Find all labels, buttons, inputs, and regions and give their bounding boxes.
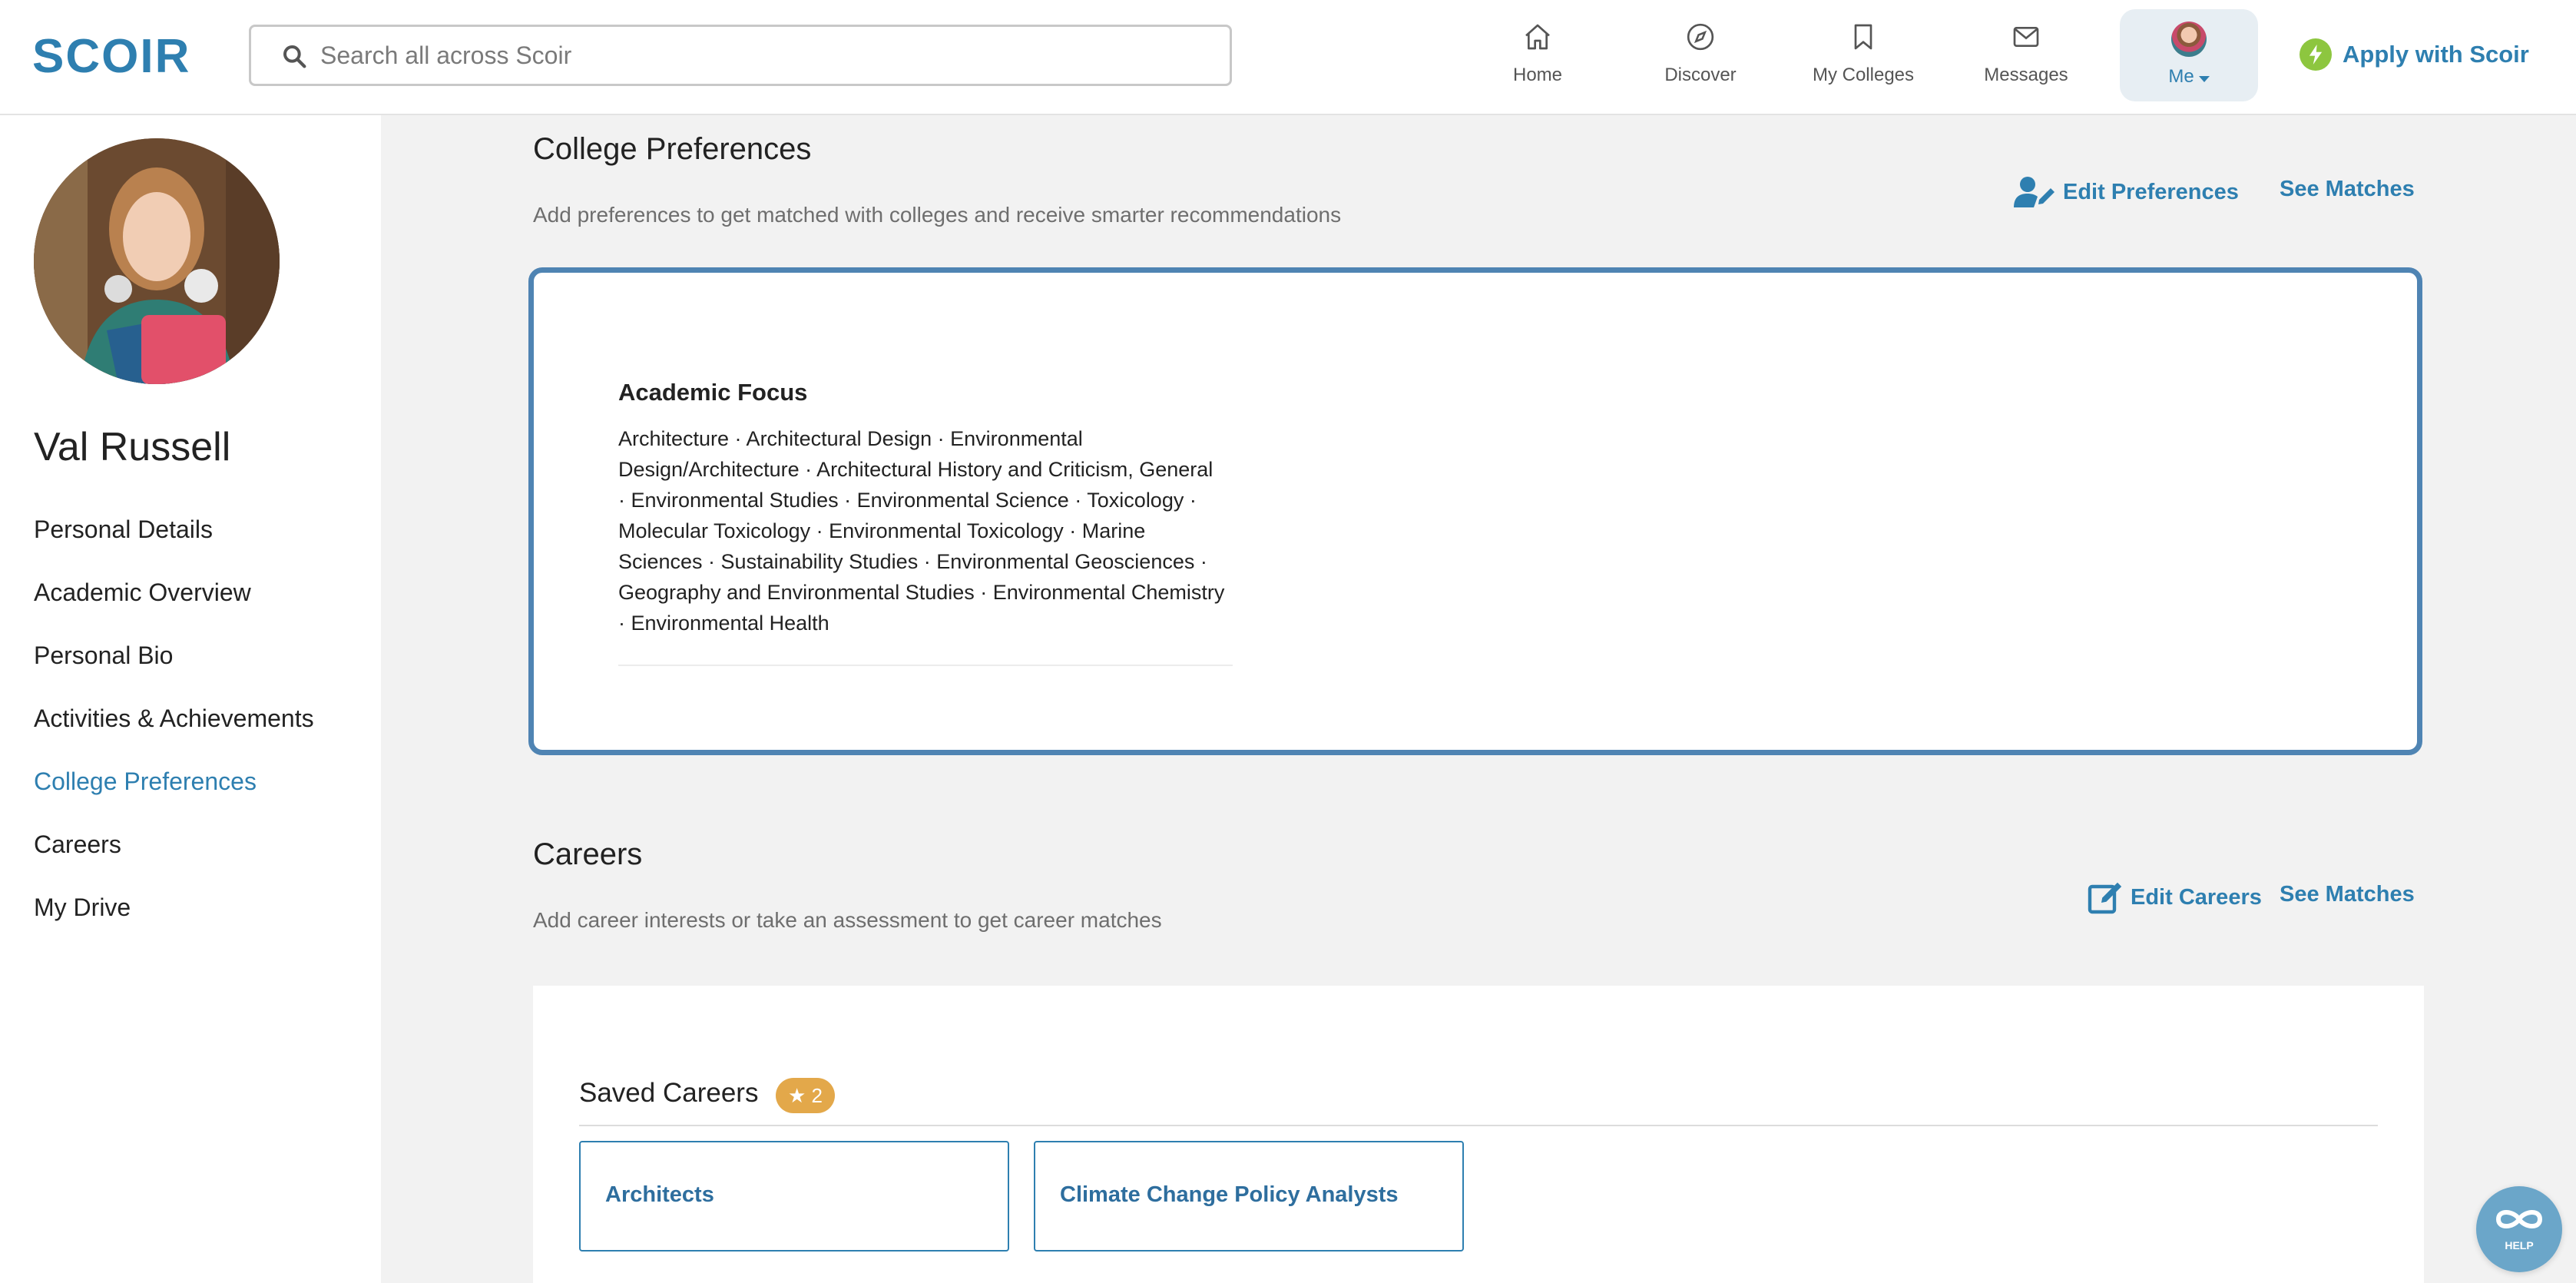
search-input[interactable]	[320, 35, 1211, 76]
search-icon	[283, 45, 306, 68]
edit-preferences-label: Edit Preferences	[2063, 179, 2239, 204]
edit-careers-button[interactable]: Edit Careers	[2088, 880, 2262, 914]
career-card-label: Climate Change Policy Analysts	[1060, 1182, 1399, 1207]
infinity-icon	[2495, 1210, 2543, 1228]
scoir-logo[interactable]: SCOIR	[32, 29, 190, 84]
student-name: Val Russell	[34, 425, 231, 469]
home-icon	[1525, 24, 1550, 50]
nav-me-label: Me	[2168, 66, 2194, 87]
career-card-label: Architects	[605, 1182, 714, 1207]
career-card-climate-change-policy-analysts[interactable]: Climate Change Policy Analysts	[1034, 1141, 1464, 1252]
bookmark-icon	[1854, 24, 1872, 50]
edit-preferences-button[interactable]: Edit Preferences	[2014, 175, 2239, 209]
profile-sidebar: Val Russell Personal Details Academic Ov…	[0, 115, 381, 1283]
saved-careers-count-badge: ★ 2	[776, 1078, 835, 1113]
career-card-architects[interactable]: Architects	[579, 1141, 1009, 1252]
saved-careers-title: Saved Careers	[579, 1078, 759, 1108]
edit-careers-label: Edit Careers	[2131, 884, 2262, 910]
lightning-bolt-icon	[2300, 38, 2332, 71]
nav-me-menu[interactable]: Me	[2120, 9, 2258, 101]
college-preferences-title: College Preferences	[533, 132, 812, 166]
nav-discover-label: Discover	[1664, 65, 1737, 85]
nav-my-colleges[interactable]: My Colleges	[1786, 17, 1940, 101]
edit-icon	[2088, 882, 2122, 914]
sidebar-item-college-preferences[interactable]: College Preferences	[34, 761, 314, 824]
careers-subtitle: Add career interests or take an assessme…	[533, 908, 1162, 932]
user-edit-icon	[2014, 177, 2055, 207]
help-button[interactable]: HELP	[2476, 1186, 2562, 1272]
nav-home-label: Home	[1512, 65, 1563, 85]
careers-title: Careers	[533, 837, 643, 871]
profile-section-nav: Personal Details Academic Overview Perso…	[34, 509, 314, 950]
saved-careers-card: Saved Careers ★ 2 Architects Climate Cha…	[533, 986, 2424, 1283]
sidebar-item-activities-achievements[interactable]: Activities & Achievements	[34, 698, 314, 761]
divider	[579, 1125, 2378, 1126]
sidebar-item-academic-overview[interactable]: Academic Overview	[34, 572, 314, 635]
sidebar-item-my-drive[interactable]: My Drive	[34, 887, 314, 950]
apply-with-scoir-label: Apply with Scoir	[2343, 41, 2529, 68]
divider	[618, 665, 1233, 666]
nav-messages-label: Messages	[1984, 65, 2068, 85]
help-label: HELP	[2505, 1239, 2534, 1252]
profile-photo	[34, 138, 280, 384]
apply-with-scoir-button[interactable]: Apply with Scoir	[2300, 35, 2529, 74]
mail-icon	[2013, 27, 2039, 47]
sidebar-item-careers[interactable]: Careers	[34, 824, 314, 887]
avatar	[2171, 22, 2207, 57]
compass-icon	[1687, 23, 1714, 51]
academic-focus-card: Academic Focus Architecture · Architectu…	[528, 267, 2422, 755]
academic-focus-list: Architecture · Architectural Design · En…	[618, 427, 1225, 635]
nav-messages[interactable]: Messages	[1949, 17, 2103, 101]
see-career-matches-button[interactable]: See Matches	[2280, 882, 2415, 907]
nav-discover[interactable]: Discover	[1624, 17, 1777, 101]
sidebar-item-personal-details[interactable]: Personal Details	[34, 509, 314, 572]
search-bar[interactable]	[249, 25, 1232, 86]
college-preferences-subtitle: Add preferences to get matched with coll…	[533, 203, 1342, 227]
nav-my-colleges-label: My Colleges	[1812, 65, 1915, 85]
top-header: SCOIR Home Discover My Colleges Messages	[0, 0, 2576, 115]
sidebar-item-personal-bio[interactable]: Personal Bio	[34, 635, 314, 698]
chevron-down-icon	[2198, 75, 2210, 82]
see-college-matches-button[interactable]: See Matches	[2280, 177, 2415, 202]
nav-home[interactable]: Home	[1461, 17, 1614, 101]
academic-focus-title: Academic Focus	[618, 379, 808, 406]
